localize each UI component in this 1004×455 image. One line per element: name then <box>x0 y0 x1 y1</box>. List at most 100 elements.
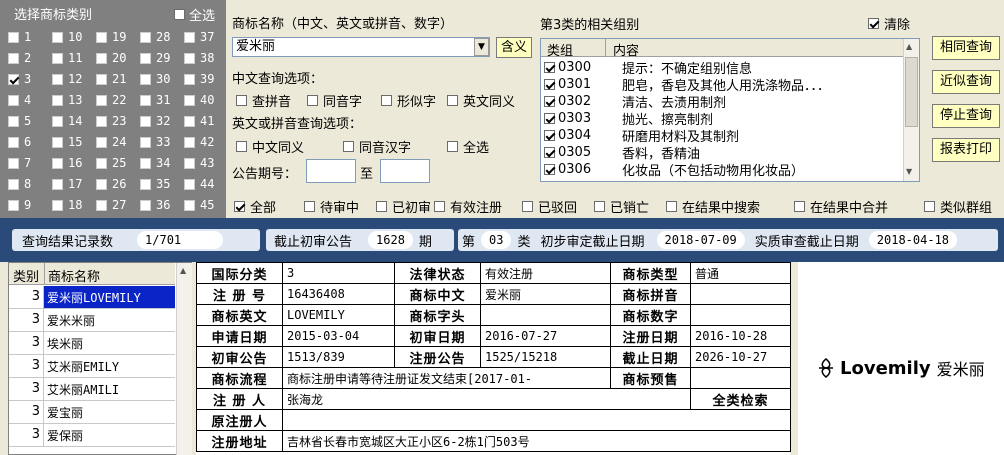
filter-checkbox[interactable] <box>666 201 677 212</box>
group-row[interactable]: 0301 肥皂，香皂及其他人用洗涤物品．．． <box>544 76 830 94</box>
class-checkbox[interactable] <box>96 31 107 43</box>
filter-option-1[interactable]: 待审中 <box>304 197 359 216</box>
class-option-14[interactable]: 14 <box>52 111 82 131</box>
filter-option-7[interactable]: 在结果中合并 <box>794 197 888 216</box>
filter-checkbox[interactable] <box>594 201 605 212</box>
results-scroll-up-icon[interactable]: ▲ <box>180 266 186 275</box>
class-option-5[interactable]: 5 <box>8 111 31 131</box>
en-option-2[interactable]: 全选 <box>447 137 489 156</box>
class-checkbox[interactable] <box>184 73 195 85</box>
class-option-22[interactable]: 22 <box>96 90 126 110</box>
print-report-button[interactable]: 报表打印 <box>932 138 1000 162</box>
class-checkbox[interactable] <box>8 178 19 190</box>
class-option-8[interactable]: 8 <box>8 174 31 194</box>
class-option-35[interactable]: 35 <box>140 174 170 194</box>
class-checkbox[interactable] <box>8 199 19 211</box>
class-option-21[interactable]: 21 <box>96 69 126 89</box>
class-option-7[interactable]: 7 <box>8 153 31 173</box>
filter-checkbox[interactable] <box>434 201 445 212</box>
group-checkbox[interactable] <box>544 79 555 90</box>
filter-checkbox[interactable] <box>794 201 805 212</box>
class-checkbox[interactable] <box>8 136 19 148</box>
class-option-40[interactable]: 40 <box>184 90 214 110</box>
class-option-42[interactable]: 42 <box>184 132 214 152</box>
filter-option-2[interactable]: 已初审 <box>376 197 431 216</box>
trademark-name-input[interactable]: 爱米丽 <box>232 37 490 57</box>
class-checkbox[interactable] <box>52 178 63 190</box>
select-all-checkbox[interactable] <box>174 9 185 20</box>
col-content[interactable]: 内容 <box>613 40 639 59</box>
cn-checkbox[interactable] <box>236 95 247 106</box>
cn-option-0[interactable]: 查拼音 <box>236 91 291 110</box>
clear-groups-option[interactable]: 清除 <box>868 14 910 33</box>
class-option-31[interactable]: 31 <box>140 90 170 110</box>
class-option-29[interactable]: 29 <box>140 48 170 68</box>
class-checkbox[interactable] <box>184 178 195 190</box>
issue-from-input[interactable] <box>306 159 356 183</box>
cn-checkbox[interactable] <box>307 95 318 106</box>
class-option-4[interactable]: 4 <box>8 90 31 110</box>
class-option-23[interactable]: 23 <box>96 111 126 131</box>
group-row[interactable]: 0302 清洁、去渍用制剂 <box>544 93 726 111</box>
stop-search-button[interactable]: 停止查询 <box>932 104 1000 128</box>
en-checkbox[interactable] <box>447 141 458 152</box>
class-option-26[interactable]: 26 <box>96 174 126 194</box>
filter-option-4[interactable]: 已驳回 <box>522 197 577 216</box>
class-option-28[interactable]: 28 <box>140 27 170 47</box>
filter-option-8[interactable]: 类似群组 <box>924 197 992 216</box>
class-option-38[interactable]: 38 <box>184 48 214 68</box>
similar-search-button[interactable]: 近似查询 <box>932 70 1000 94</box>
en-checkbox[interactable] <box>343 141 354 152</box>
filter-checkbox[interactable] <box>924 201 935 212</box>
class-option-12[interactable]: 12 <box>52 69 82 89</box>
class-option-10[interactable]: 10 <box>52 27 82 47</box>
cn-option-3[interactable]: 英文同义 <box>447 91 515 110</box>
scroll-thumb[interactable] <box>905 57 918 127</box>
scroll-down-icon[interactable]: ▼ <box>906 167 912 176</box>
all-class-search-link[interactable]: 全类检索 <box>690 388 791 410</box>
class-checkbox[interactable] <box>96 178 107 190</box>
cn-checkbox[interactable] <box>381 95 392 106</box>
class-checkbox[interactable] <box>8 115 19 127</box>
cn-checkbox[interactable] <box>447 95 458 106</box>
class-checkbox[interactable] <box>8 73 19 85</box>
clear-checkbox[interactable] <box>868 18 879 29</box>
class-checkbox[interactable] <box>52 94 63 106</box>
class-checkbox[interactable] <box>52 136 63 148</box>
result-row[interactable]: 3 爱保丽 <box>9 424 175 447</box>
class-checkbox[interactable] <box>184 52 195 64</box>
class-option-37[interactable]: 37 <box>184 27 214 47</box>
class-checkbox[interactable] <box>140 31 151 43</box>
class-option-2[interactable]: 2 <box>8 48 31 68</box>
group-checkbox[interactable] <box>544 147 555 158</box>
group-row[interactable]: 0305 香料，香精油 <box>544 144 700 162</box>
group-checkbox[interactable] <box>544 164 555 175</box>
class-option-33[interactable]: 33 <box>140 132 170 152</box>
filter-option-0[interactable]: 全部 <box>234 197 276 216</box>
class-checkbox[interactable] <box>140 157 151 169</box>
en-checkbox[interactable] <box>236 141 247 152</box>
class-option-39[interactable]: 39 <box>184 69 214 89</box>
filter-checkbox[interactable] <box>234 201 245 212</box>
name-dropdown-arrow-icon[interactable]: ▼ <box>474 38 489 56</box>
class-checkbox[interactable] <box>96 157 107 169</box>
class-checkbox[interactable] <box>96 136 107 148</box>
class-checkbox[interactable] <box>140 73 151 85</box>
result-row[interactable]: 3 爱米丽LOVEMILY <box>9 286 175 309</box>
class-option-16[interactable]: 16 <box>52 153 82 173</box>
class-checkbox[interactable] <box>96 94 107 106</box>
class-option-1[interactable]: 1 <box>8 27 31 47</box>
en-option-0[interactable]: 中文同义 <box>236 137 304 156</box>
class-checkbox[interactable] <box>8 94 19 106</box>
class-checkbox[interactable] <box>52 31 63 43</box>
class-option-18[interactable]: 18 <box>52 195 82 215</box>
result-row[interactable]: 3 爱米米丽 <box>9 309 175 332</box>
class-option-9[interactable]: 9 <box>8 195 31 215</box>
group-list-scrollbar[interactable]: ▲ ▼ <box>903 39 919 181</box>
class-option-27[interactable]: 27 <box>96 195 126 215</box>
class-option-19[interactable]: 19 <box>96 27 126 47</box>
col-group[interactable]: 类组 <box>547 40 573 59</box>
result-row[interactable]: 3 爱宝丽 <box>9 401 175 424</box>
group-row[interactable]: 0304 研磨用材料及其制剂 <box>544 127 739 145</box>
class-option-32[interactable]: 32 <box>140 111 170 131</box>
